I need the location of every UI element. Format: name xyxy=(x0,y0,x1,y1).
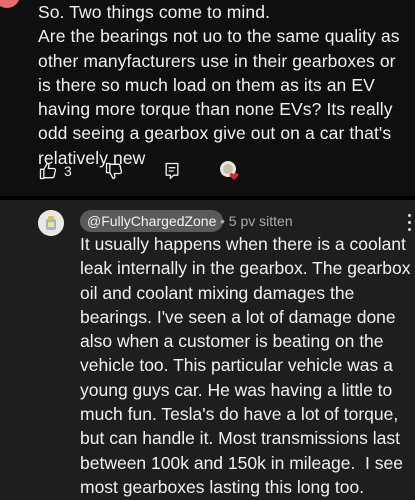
comment: So. Two things come to mind. Are the bea… xyxy=(0,0,415,196)
creator-heart-icon xyxy=(220,161,239,180)
reply-button[interactable] xyxy=(162,158,182,184)
reply-comment: @FullyChargedZone • 5 pv sitten It usual… xyxy=(0,200,415,500)
dislike-button[interactable] xyxy=(104,158,124,184)
thumbs-down-icon xyxy=(105,162,123,180)
comment-actions: 3 xyxy=(38,158,298,184)
timestamp: • 5 pv sitten xyxy=(220,213,293,229)
like-count: 3 xyxy=(64,163,72,179)
author-name[interactable]: @FullyChargedZone xyxy=(80,210,224,232)
channel-logo-icon xyxy=(38,210,64,236)
creator-heart xyxy=(218,158,242,184)
avatar[interactable] xyxy=(38,210,64,236)
like-button[interactable]: 3 xyxy=(38,158,72,184)
reply-icon xyxy=(165,162,179,180)
avatar[interactable] xyxy=(0,0,20,8)
thumbs-up-icon xyxy=(39,162,57,180)
reply-body: It usually happens when there is a coola… xyxy=(80,234,415,497)
comment-body: So. Two things come to mind. Are the bea… xyxy=(38,2,400,168)
